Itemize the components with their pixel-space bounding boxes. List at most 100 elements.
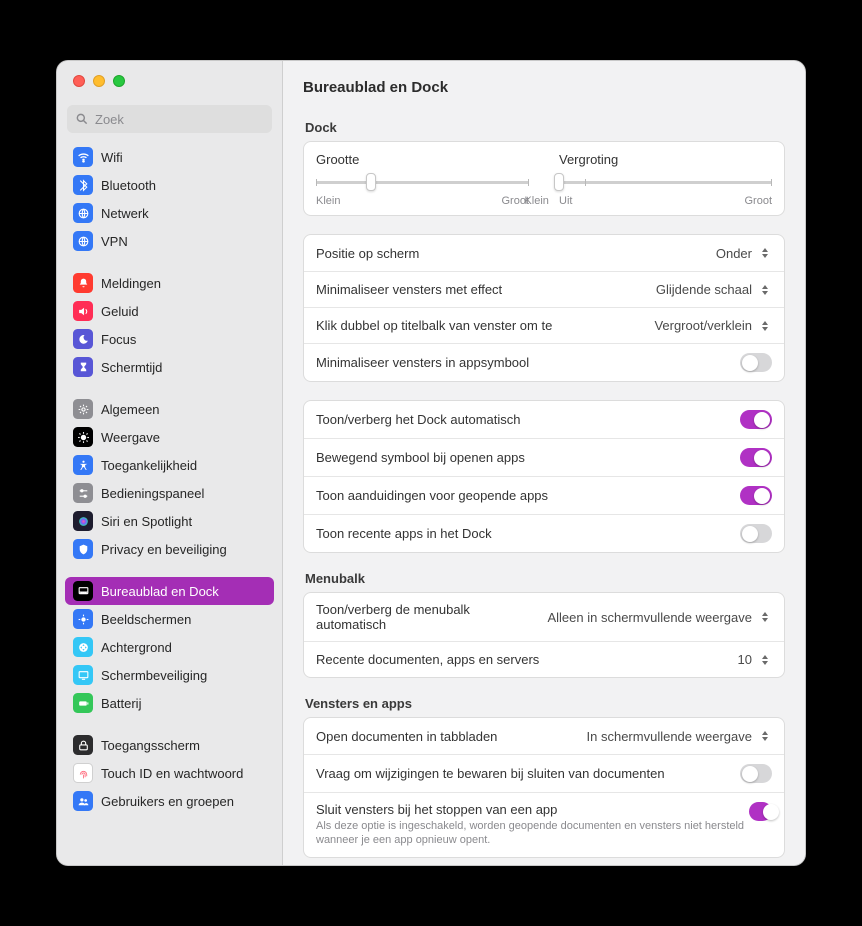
sidebar-item-gebruikers-en-groepen[interactable]: Gebruikers en groepen — [65, 787, 274, 815]
sidebar-item-label: Schermbeveiliging — [101, 668, 207, 683]
row-indicators: Toon aanduidingen voor geopende apps — [304, 476, 784, 514]
sidebar-item-beeldschermen[interactable]: Beeldschermen — [65, 605, 274, 633]
meldingen-icon — [73, 273, 93, 293]
row-recent-items[interactable]: Recente documenten, apps en servers 10 — [304, 641, 784, 677]
sidebar-item-schermtijd[interactable]: Schermtijd — [65, 353, 274, 381]
sidebar-item-bluetooth[interactable]: Bluetooth — [65, 171, 274, 199]
sidebar-list[interactable]: WifiBluetoothNetwerk VPN Meldingen Geluid Fo… — [57, 141, 282, 865]
row-open-in-tabs[interactable]: Open documenten in tabbladen In schermvu… — [304, 718, 784, 754]
geluid-icon — [73, 301, 93, 321]
row-autohide-label: Toon/verberg het Dock automatisch — [316, 412, 740, 427]
chevron-updown-icon — [758, 245, 772, 261]
row-minapp-label: Minimaliseer vensters in appsymbool — [316, 355, 740, 370]
sidebar: Zoek WifiBluetoothNetwerk VPN Meldingen Gel… — [57, 61, 283, 865]
close-window-button[interactable] — [73, 75, 85, 87]
sidebar-item-achtergrond[interactable]: Achtergrond — [65, 633, 274, 661]
row-mb-autohide-label: Toon/verberg de menubalk automatisch — [316, 602, 547, 632]
siri-en-spotlight-icon — [73, 511, 93, 531]
row-bounce-label: Bewegend symbool bij openen apps — [316, 450, 740, 465]
weergave-icon — [73, 427, 93, 447]
sidebar-item-weergave[interactable]: Weergave — [65, 423, 274, 451]
slider-size-label: Grootte — [316, 152, 529, 167]
chevron-updown-icon — [758, 609, 772, 625]
sidebar-item-privacy-en-beveiliging[interactable]: Privacy en beveiliging — [65, 535, 274, 563]
row-minimize-effect-label: Minimaliseer vensters met effect — [316, 282, 656, 297]
toggle-animate-open[interactable] — [740, 448, 772, 467]
toggle-close-windows-on-quit[interactable] — [749, 802, 772, 821]
row-animate-open: Bewegend symbool bij openen apps — [304, 438, 784, 476]
sidebar-item-label: Toegankelijkheid — [101, 458, 197, 473]
sidebar-item-label: Geluid — [101, 304, 139, 319]
row-close-windows-on-quit: Sluit vensters bij het stoppen van een a… — [304, 792, 784, 857]
bureaublad-en-dock-icon — [73, 581, 93, 601]
slider-size[interactable]: Grootte Klein Groot — [316, 152, 529, 207]
sidebar-item-label: Bedieningspaneel — [101, 486, 204, 501]
panel-dock-options-2: Toon/verberg het Dock automatisch Bewege… — [303, 400, 785, 553]
select-dbl[interactable]: Vergroot/verklein — [654, 318, 772, 334]
beeldschermen-icon — [73, 609, 93, 629]
section-title-menubar: Menubalk — [305, 571, 785, 586]
row-recent-items-label: Recente documenten, apps en servers — [316, 652, 738, 667]
sidebar-item-label: Touch ID en wachtwoord — [101, 766, 243, 781]
row-close-sublabel: Als deze optie is ingeschakeld, worden g… — [316, 819, 749, 848]
window-controls — [57, 61, 282, 99]
toggle-minimize-into-app[interactable] — [740, 353, 772, 372]
toggle-autohide-dock[interactable] — [740, 410, 772, 429]
toggle-indicators[interactable] — [740, 486, 772, 505]
sidebar-item-toegankelijkheid[interactable]: Toegankelijkheid — [65, 451, 274, 479]
slider-mag-label: Vergroting — [559, 152, 772, 167]
slider-magnification[interactable]: Vergroting Uit Klein Groot — [559, 152, 772, 207]
minimize-window-button[interactable] — [93, 75, 105, 87]
sidebar-item-label: VPN — [101, 234, 128, 249]
sidebar-item-wifi[interactable]: Wifi — [65, 143, 274, 171]
select-minimize-effect[interactable]: Glijdende schaal — [656, 282, 772, 298]
sidebar-item-label: Bureaublad en Dock — [101, 584, 219, 599]
wifi-icon — [73, 147, 93, 167]
sidebar-item-label: Achtergrond — [101, 640, 172, 655]
sidebar-item-focus[interactable]: Focus — [65, 325, 274, 353]
select-recent-items-value: 10 — [738, 652, 752, 667]
schermbeveiliging-icon — [73, 665, 93, 685]
row-dbl-label: Klik dubbel op titelbalk van venster om … — [316, 318, 654, 333]
sidebar-item-toegangsscherm[interactable]: Toegangsscherm — [65, 731, 274, 759]
row-double-click-titlebar[interactable]: Klik dubbel op titelbalk van venster om … — [304, 307, 784, 343]
page-title: Bureaublad en Dock — [303, 61, 785, 114]
sidebar-item-netwerk[interactable]: Netwerk — [65, 199, 274, 227]
panel-windows: Open documenten in tabbladen In schermvu… — [303, 717, 785, 858]
row-menubar-autohide[interactable]: Toon/verberg de menubalk automatisch All… — [304, 593, 784, 641]
sidebar-item-batterij[interactable]: Batterij — [65, 689, 274, 717]
sidebar-item-label: Gebruikers en groepen — [101, 794, 234, 809]
search-icon — [75, 112, 89, 126]
sidebar-item-bedieningspaneel[interactable]: Bedieningspaneel — [65, 479, 274, 507]
main-scroll[interactable]: Bureaublad en Dock Dock Grootte Klein — [283, 61, 805, 865]
select-mb-autohide[interactable]: Alleen in schermvullende weergave — [547, 609, 772, 625]
panel-menubar: Toon/verberg de menubalk automatisch All… — [303, 592, 785, 678]
select-open-tabs[interactable]: In schermvullende weergave — [587, 728, 772, 744]
schermtijd-icon — [73, 357, 93, 377]
select-dbl-value: Vergroot/verklein — [654, 318, 752, 333]
toggle-ask-to-save[interactable] — [740, 764, 772, 783]
row-position[interactable]: Positie op scherm Onder — [304, 235, 784, 271]
panel-dock-sliders: Grootte Klein Groot Vergroting — [303, 141, 785, 216]
row-indicators-label: Toon aanduidingen voor geopende apps — [316, 488, 740, 503]
select-position[interactable]: Onder — [716, 245, 772, 261]
sidebar-item-siri-en-spotlight[interactable]: Siri en Spotlight — [65, 507, 274, 535]
sidebar-item-geluid[interactable]: Geluid — [65, 297, 274, 325]
sidebar-item-touch-id-en-wachtwoord[interactable]: Touch ID en wachtwoord — [65, 759, 274, 787]
toggle-recent-apps[interactable] — [740, 524, 772, 543]
sidebar-item-bureaublad-en-dock[interactable]: Bureaublad en Dock — [65, 577, 274, 605]
sidebar-item-vpn[interactable]: VPN — [65, 227, 274, 255]
fullscreen-window-button[interactable] — [113, 75, 125, 87]
chevron-updown-icon — [758, 282, 772, 298]
sidebar-item-label: Algemeen — [101, 402, 160, 417]
select-open-tabs-value: In schermvullende weergave — [587, 729, 752, 744]
row-recent-apps: Toon recente apps in het Dock — [304, 514, 784, 552]
touch-id-en-wachtwoord-icon — [73, 763, 93, 783]
sidebar-item-meldingen[interactable]: Meldingen — [65, 269, 274, 297]
slider-size-min: Klein — [316, 195, 340, 207]
sidebar-item-algemeen[interactable]: Algemeen — [65, 395, 274, 423]
search-input[interactable]: Zoek — [67, 105, 272, 133]
row-minimize-effect[interactable]: Minimaliseer vensters met effect Glijden… — [304, 271, 784, 307]
select-recent-items[interactable]: 10 — [738, 652, 772, 668]
sidebar-item-schermbeveiliging[interactable]: Schermbeveiliging — [65, 661, 274, 689]
